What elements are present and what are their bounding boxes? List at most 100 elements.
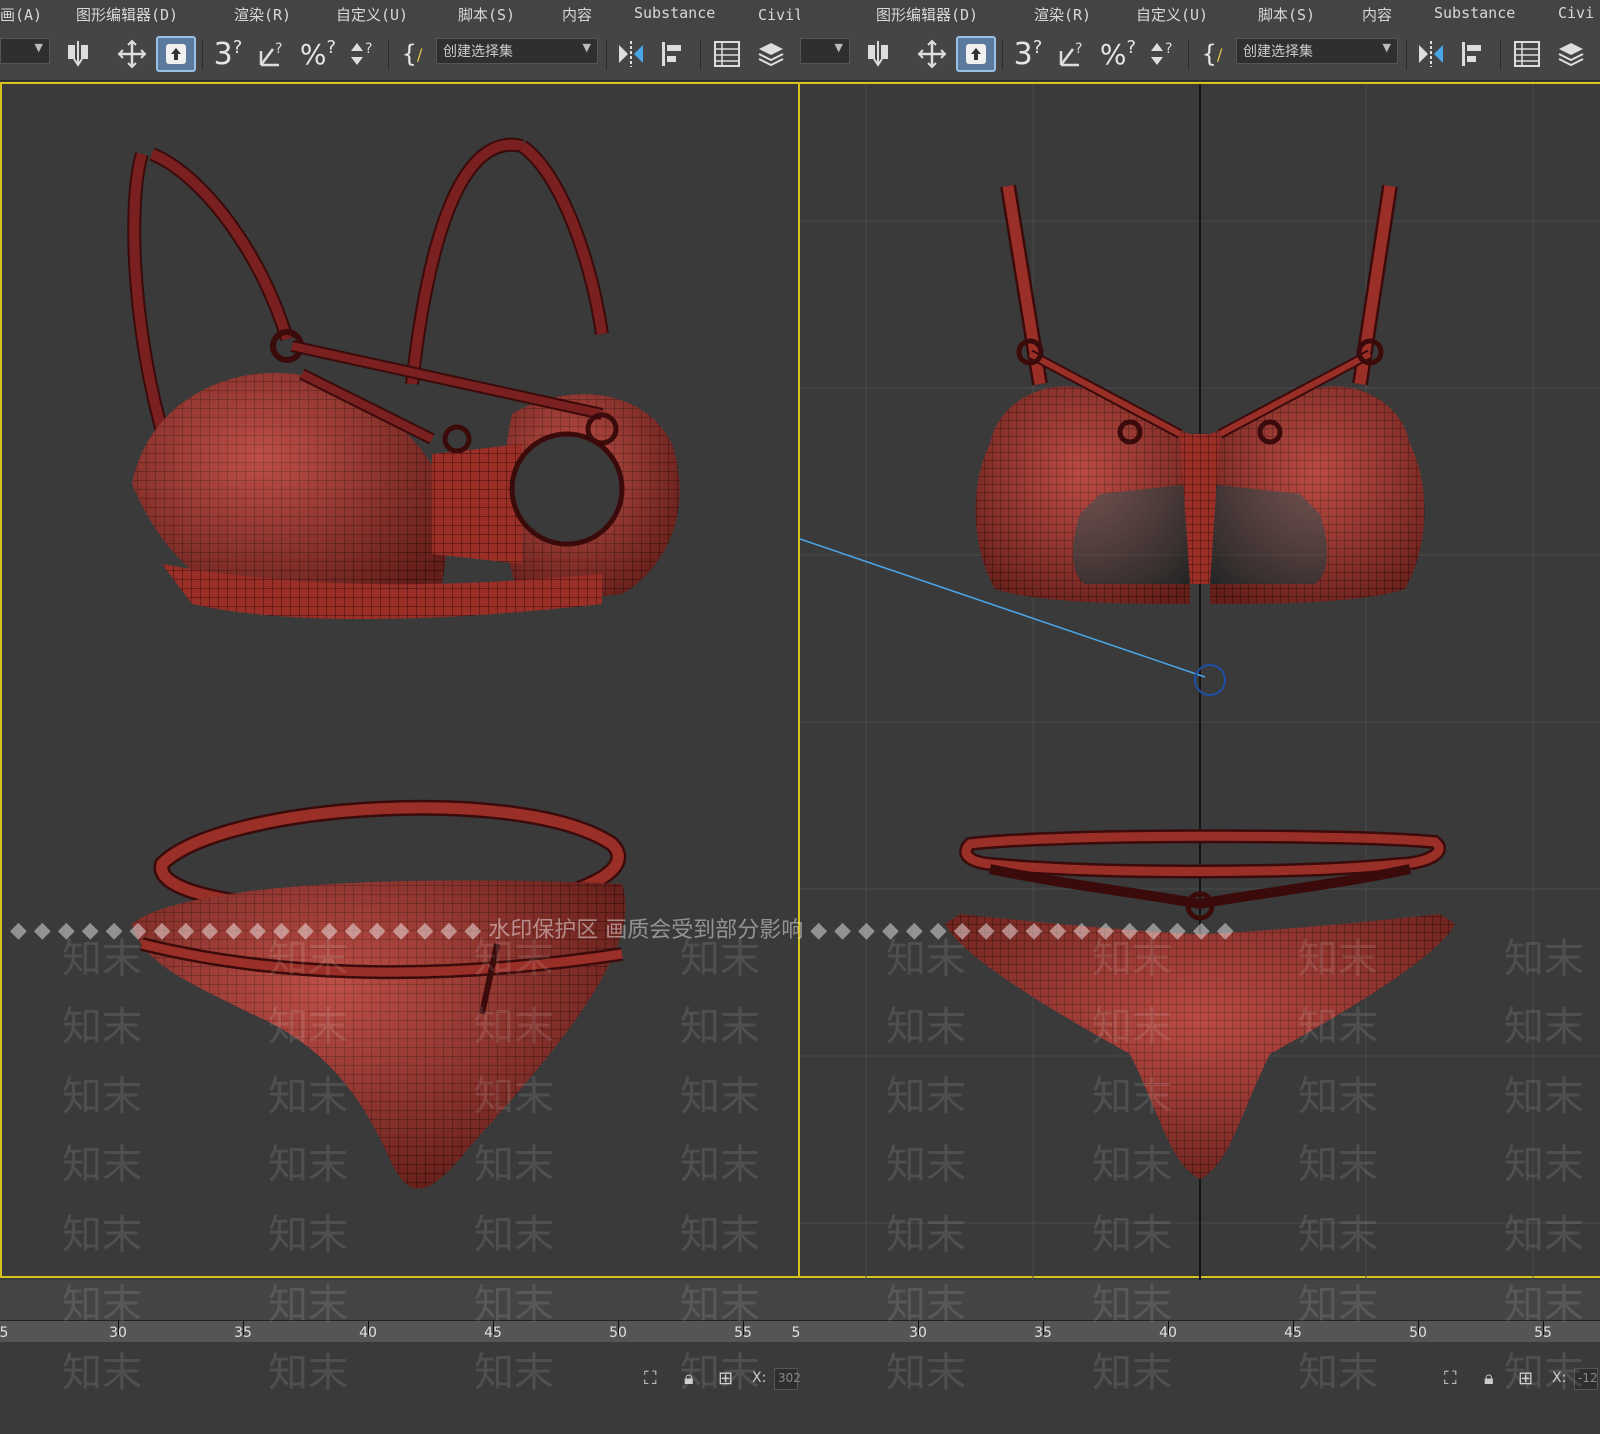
chevron-down-icon: ▼ <box>834 41 843 54</box>
snap-3d-label: 3 <box>213 36 233 72</box>
lock-icon[interactable]: 🔒︎ <box>1484 1368 1494 1389</box>
menu-item-civil-view[interactable]: Civil画(A) <box>758 4 800 25</box>
align-icon[interactable] <box>654 36 692 72</box>
menu-item-customize[interactable]: 自定义(U) <box>336 4 408 25</box>
select-icon[interactable] <box>156 36 196 72</box>
spinner-snap-icon[interactable]: ? <box>342 36 382 72</box>
reference-coordinate-dropdown[interactable]: ▼ <box>800 38 850 64</box>
ruler-label: 45 <box>484 1325 502 1341</box>
perspective-viewport[interactable] <box>0 82 800 1278</box>
pivot-point-icon[interactable] <box>860 36 898 72</box>
bikini-mesh-perspective <box>127 137 680 1189</box>
layer-explorer-icon[interactable] <box>1552 36 1590 72</box>
layer-explorer-icon[interactable] <box>752 36 790 72</box>
curly-label: { <box>1201 40 1217 68</box>
toolbar-separator <box>1002 40 1003 70</box>
menu-item-animation[interactable]: 画(A) <box>0 4 42 25</box>
menu-item-substance[interactable]: Substance <box>634 4 715 22</box>
pivot-point-icon[interactable] <box>60 36 98 72</box>
spinner-snap-icon[interactable]: ? <box>1142 36 1182 72</box>
menu-item-rendering[interactable]: 渲染(R) <box>234 4 291 25</box>
chevron-down-icon: ▼ <box>1382 41 1391 54</box>
chevron-down-icon: ▼ <box>34 41 43 54</box>
timeline-ruler[interactable]: 5 30 35 40 45 50 55 5 <box>0 1320 800 1343</box>
ruler-label: 40 <box>1159 1325 1177 1341</box>
left-panel: 画(A) 图形编辑器(D) 渲染(R) 自定义(U) 脚本(S) 内容 Subs… <box>0 0 800 1434</box>
snap-3d-icon[interactable]: 3? <box>208 36 248 72</box>
ruler-label: 50 <box>609 1325 627 1341</box>
snap-3d-icon[interactable]: 3? <box>1008 36 1048 72</box>
scene-explorer-icon[interactable] <box>1508 36 1546 72</box>
right-panel: 图形编辑器(D) 渲染(R) 自定义(U) 脚本(S) 内容 Substance… <box>800 0 1600 1434</box>
toolbar-separator <box>1406 40 1407 70</box>
menu-bar: 画(A) 图形编辑器(D) 渲染(R) 自定义(U) 脚本(S) 内容 Subs… <box>0 0 800 30</box>
svg-text:?: ? <box>365 41 372 57</box>
menu-item-substance[interactable]: Substance <box>1434 4 1515 22</box>
ruler-label: 30 <box>909 1325 927 1341</box>
move-icon[interactable] <box>912 36 952 72</box>
x-coordinate-field[interactable]: 302 <box>774 1368 800 1390</box>
bikini-mesh-front <box>800 84 1600 1280</box>
main-toolbar: ▼ 3? ? %? ? {/ 创建选择集 ▼ <box>800 30 1600 81</box>
percent-snap-label: % <box>299 37 327 71</box>
mirror-icon[interactable] <box>612 36 650 72</box>
curly-label: { <box>401 40 417 68</box>
ruler-label: 5 <box>0 1325 9 1341</box>
named-selection-dropdown[interactable]: 创建选择集 ▼ <box>436 38 598 64</box>
menu-item-civil-view[interactable]: Civi <box>1558 4 1594 22</box>
status-bar: ⛶ 🔒︎ ⊞ X: 302 <box>0 1342 800 1434</box>
move-icon[interactable] <box>112 36 152 72</box>
angle-snap-icon[interactable]: ? <box>252 36 292 72</box>
toolbar-separator <box>388 40 389 70</box>
menu-item-rendering[interactable]: 渲染(R) <box>1034 4 1091 25</box>
select-icon[interactable] <box>956 36 996 72</box>
lock-icon[interactable]: 🔒︎ <box>684 1368 694 1389</box>
toolbar-separator <box>1188 40 1189 70</box>
mirror-icon[interactable] <box>1412 36 1450 72</box>
svg-text:?: ? <box>1165 41 1172 57</box>
timeline-ruler[interactable]: 30 35 40 45 50 55 <box>800 1320 1600 1343</box>
ruler-label: 5 <box>791 1325 800 1341</box>
toolbar-separator <box>606 40 607 70</box>
selection-lock-icon[interactable]: ⛶ <box>644 1368 657 1389</box>
ruler-label: 35 <box>234 1325 252 1341</box>
watermark-notice: ◆ ◆ ◆ ◆ ◆ ◆ ◆ ◆ ◆ ◆ ◆ ◆ ◆ ◆ ◆ ◆ ◆ ◆ ◆ ◆ … <box>10 918 1234 943</box>
toolbar-separator <box>202 40 203 70</box>
ruler-label: 55 <box>1534 1325 1552 1341</box>
status-bar: ⛶ 🔒︎ ⊞ X: -12 <box>800 1342 1600 1434</box>
absolute-mode-icon[interactable]: ⊞ <box>1518 1368 1533 1389</box>
main-toolbar: ▼ 3? ? %? ? {/ 创建选择集 ▼ <box>0 30 800 81</box>
ruler-label: 45 <box>1284 1325 1302 1341</box>
toolbar-separator <box>700 40 701 70</box>
front-viewport[interactable] <box>800 82 1600 1280</box>
percent-snap-icon[interactable]: %? <box>1098 36 1138 72</box>
menu-item-scripting[interactable]: 脚本(S) <box>1258 4 1315 25</box>
percent-snap-icon[interactable]: %? <box>298 36 338 72</box>
named-selection-placeholder: 创建选择集 <box>443 44 513 60</box>
x-coordinate-label: X: <box>1552 1370 1567 1386</box>
angle-snap-icon[interactable]: ? <box>1052 36 1092 72</box>
edit-named-selection-icon[interactable]: {/ <box>1194 36 1230 72</box>
chevron-down-icon: ▼ <box>582 41 591 54</box>
menu-bar: 图形编辑器(D) 渲染(R) 自定义(U) 脚本(S) 内容 Substance… <box>800 0 1600 30</box>
ruler-label: 40 <box>359 1325 377 1341</box>
absolute-mode-icon[interactable]: ⊞ <box>718 1368 733 1389</box>
toolbar-separator <box>1500 40 1501 70</box>
x-coordinate-label: X: <box>752 1370 767 1386</box>
menu-item-graph-editors[interactable]: 图形编辑器(D) <box>876 4 978 25</box>
reference-coordinate-dropdown[interactable]: ▼ <box>0 38 50 64</box>
x-coordinate-field[interactable]: -12 <box>1574 1368 1598 1390</box>
menu-item-content[interactable]: 内容 <box>1362 4 1392 25</box>
menu-item-content[interactable]: 内容 <box>562 4 592 25</box>
edit-named-selection-icon[interactable]: {/ <box>394 36 430 72</box>
scene-explorer-icon[interactable] <box>708 36 746 72</box>
svg-text:?: ? <box>1075 41 1082 57</box>
align-icon[interactable] <box>1454 36 1492 72</box>
ruler-label: 55 <box>734 1325 752 1341</box>
selection-lock-icon[interactable]: ⛶ <box>1444 1368 1457 1389</box>
menu-item-customize[interactable]: 自定义(U) <box>1136 4 1208 25</box>
named-selection-dropdown[interactable]: 创建选择集 ▼ <box>1236 38 1398 64</box>
menu-item-scripting[interactable]: 脚本(S) <box>458 4 515 25</box>
menu-item-graph-editors[interactable]: 图形编辑器(D) <box>76 4 178 25</box>
ruler-label: 35 <box>1034 1325 1052 1341</box>
